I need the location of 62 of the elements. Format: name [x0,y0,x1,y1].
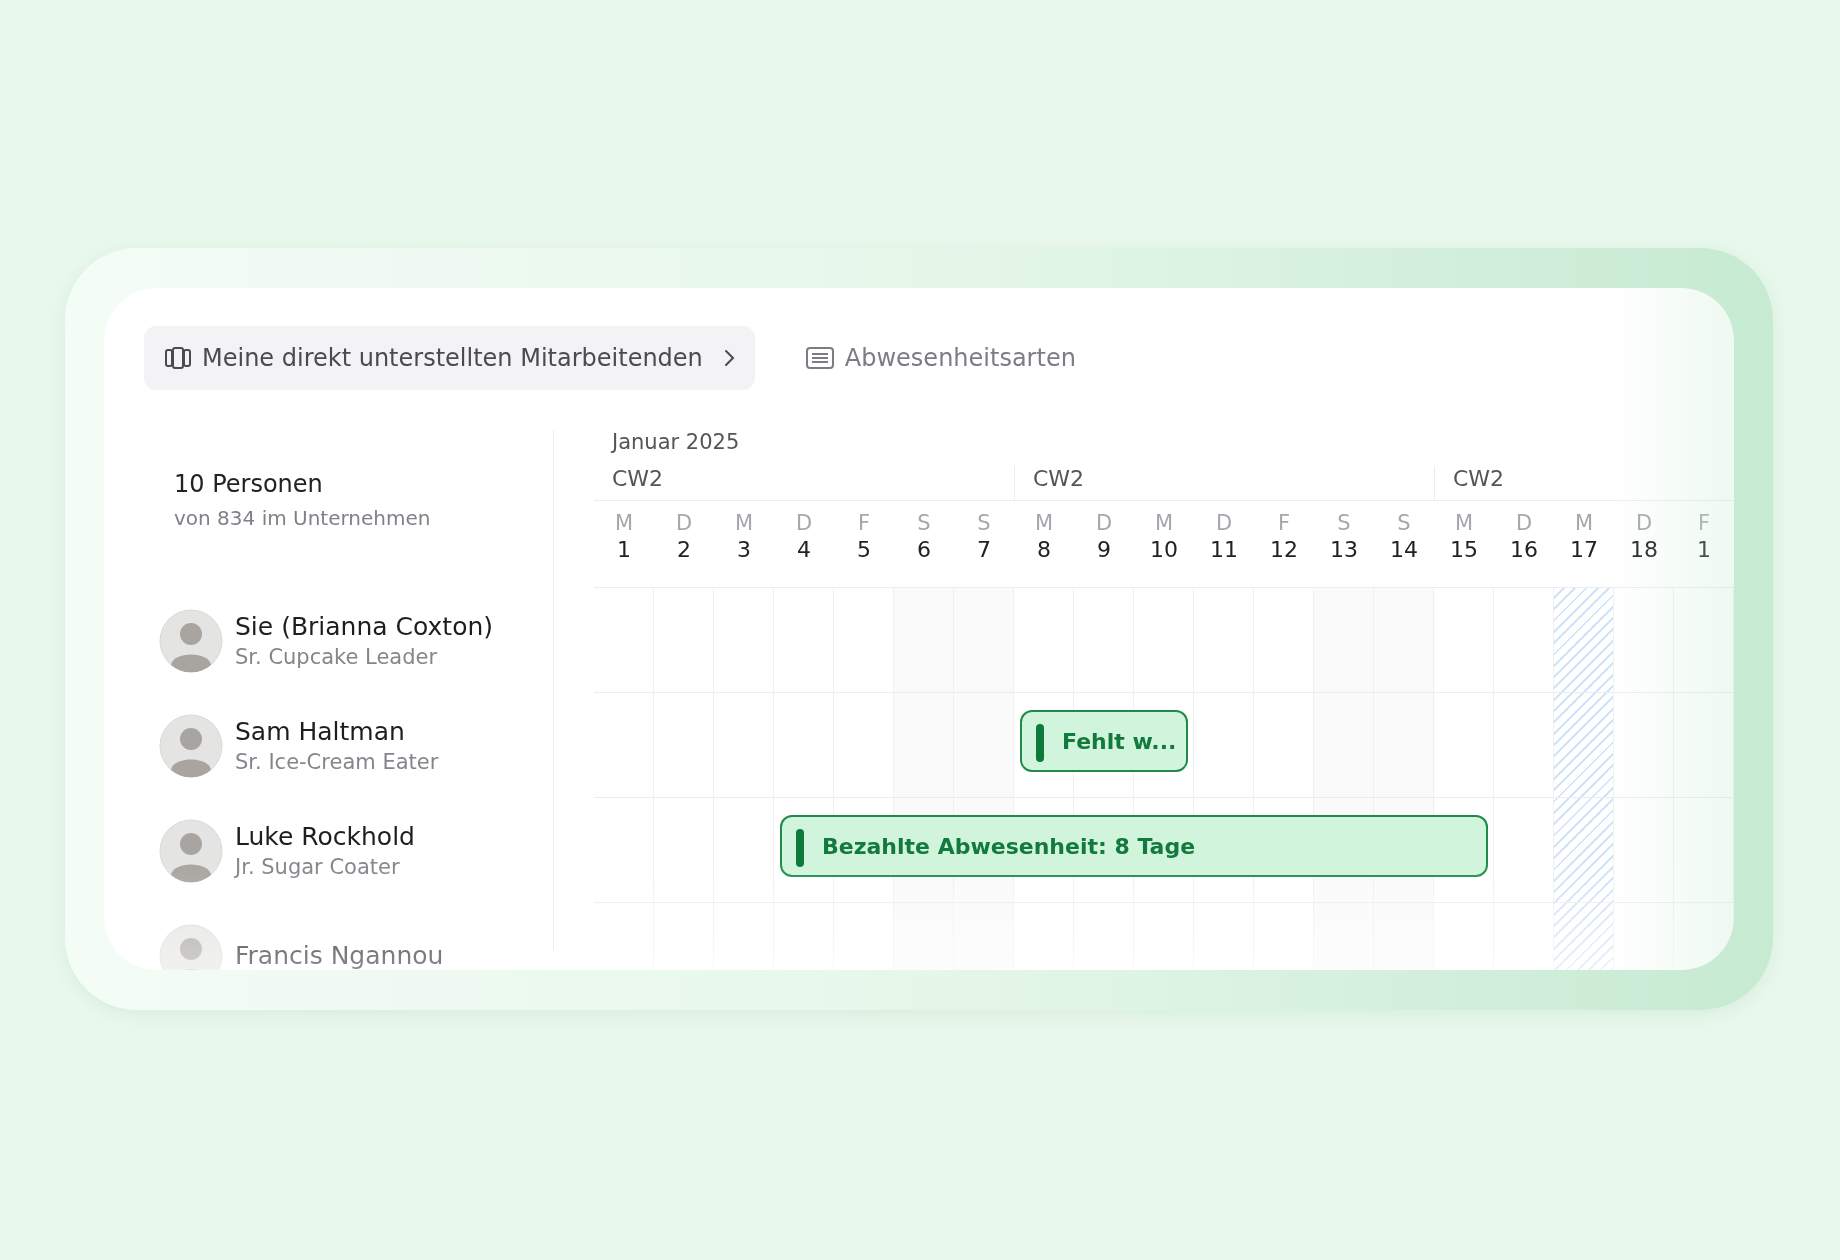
list-icon [804,346,835,370]
day-number: 5 [857,537,871,562]
weekday-label: D [1095,511,1113,535]
people-count: 10 Personen [174,470,324,498]
weekday-label: M [1454,511,1474,535]
day-number: 7 [977,537,991,562]
weekday-label: S [917,511,931,535]
day-number: 15 [1450,537,1478,562]
avatar [159,923,223,970]
month-label: Januar 2025 [610,430,741,456]
filter-tab[interactable]: Abwesenheitsarten [784,326,1096,390]
weekday-label: D [1635,511,1653,535]
weekday-label: S [1397,511,1411,535]
person-name: Sam Haltman [235,717,406,746]
weekday-label: M [1574,511,1594,535]
weekday-label: M [1154,511,1174,535]
absence-bar[interactable]: Fehlt w... [1020,710,1188,772]
person-role: Sr. Ice-Cream Eater [235,750,439,774]
day-number: 6 [917,537,931,562]
weekday-label: F [1697,511,1711,535]
week-label: CW2 [612,466,664,491]
week-label: CW2 [1453,466,1505,491]
person-name: Francis Ngannou [235,941,444,970]
weekday-label: F [1277,511,1291,535]
day-number: 11 [1210,537,1238,562]
day-number: 16 [1510,537,1538,562]
avatar [159,713,223,778]
day-number: 8 [1037,537,1051,562]
weekday-label: M [734,511,754,535]
weekday-label: D [1515,511,1533,535]
day-number: 3 [737,537,751,562]
person-name: Luke Rockhold [235,822,415,851]
company-count: von 834 im Unternehmen [174,506,432,530]
day-number: 1 [617,537,631,562]
week-label: CW2 [1033,466,1085,491]
avatar [159,608,223,673]
absence-bar[interactable]: Bezahlte Abwesenheit: 8 Tage [780,815,1488,877]
day-number: 1 [1697,537,1711,562]
columns-icon [164,346,192,370]
person-role: Sr. Cupcake Leader [235,645,439,669]
day-number: 4 [797,537,811,562]
day-number: 12 [1270,537,1298,562]
day-number: 17 [1570,537,1598,562]
person-name: Sie (Brianna Coxton) [235,612,494,641]
day-number: 18 [1630,537,1658,562]
filter-tab[interactable]: Meine direkt unterstellten Mitarbeitenden [144,326,755,390]
weekday-label: F [857,511,871,535]
day-number: 9 [1097,537,1111,562]
weekday-label: D [1215,511,1233,535]
weekday-label: D [675,511,693,535]
chevron-icon [722,349,735,367]
weekday-label: M [1034,511,1054,535]
weekday-label: M [614,511,634,535]
weekday-label: S [1337,511,1351,535]
person-role: Jr. Sugar Coater [235,855,401,879]
weekday-label: D [795,511,813,535]
day-number: 14 [1390,537,1418,562]
avatar [159,818,223,883]
day-number: 2 [677,537,691,562]
day-number: 13 [1330,537,1358,562]
weekday-label: S [977,511,991,535]
day-number: 10 [1150,537,1178,562]
